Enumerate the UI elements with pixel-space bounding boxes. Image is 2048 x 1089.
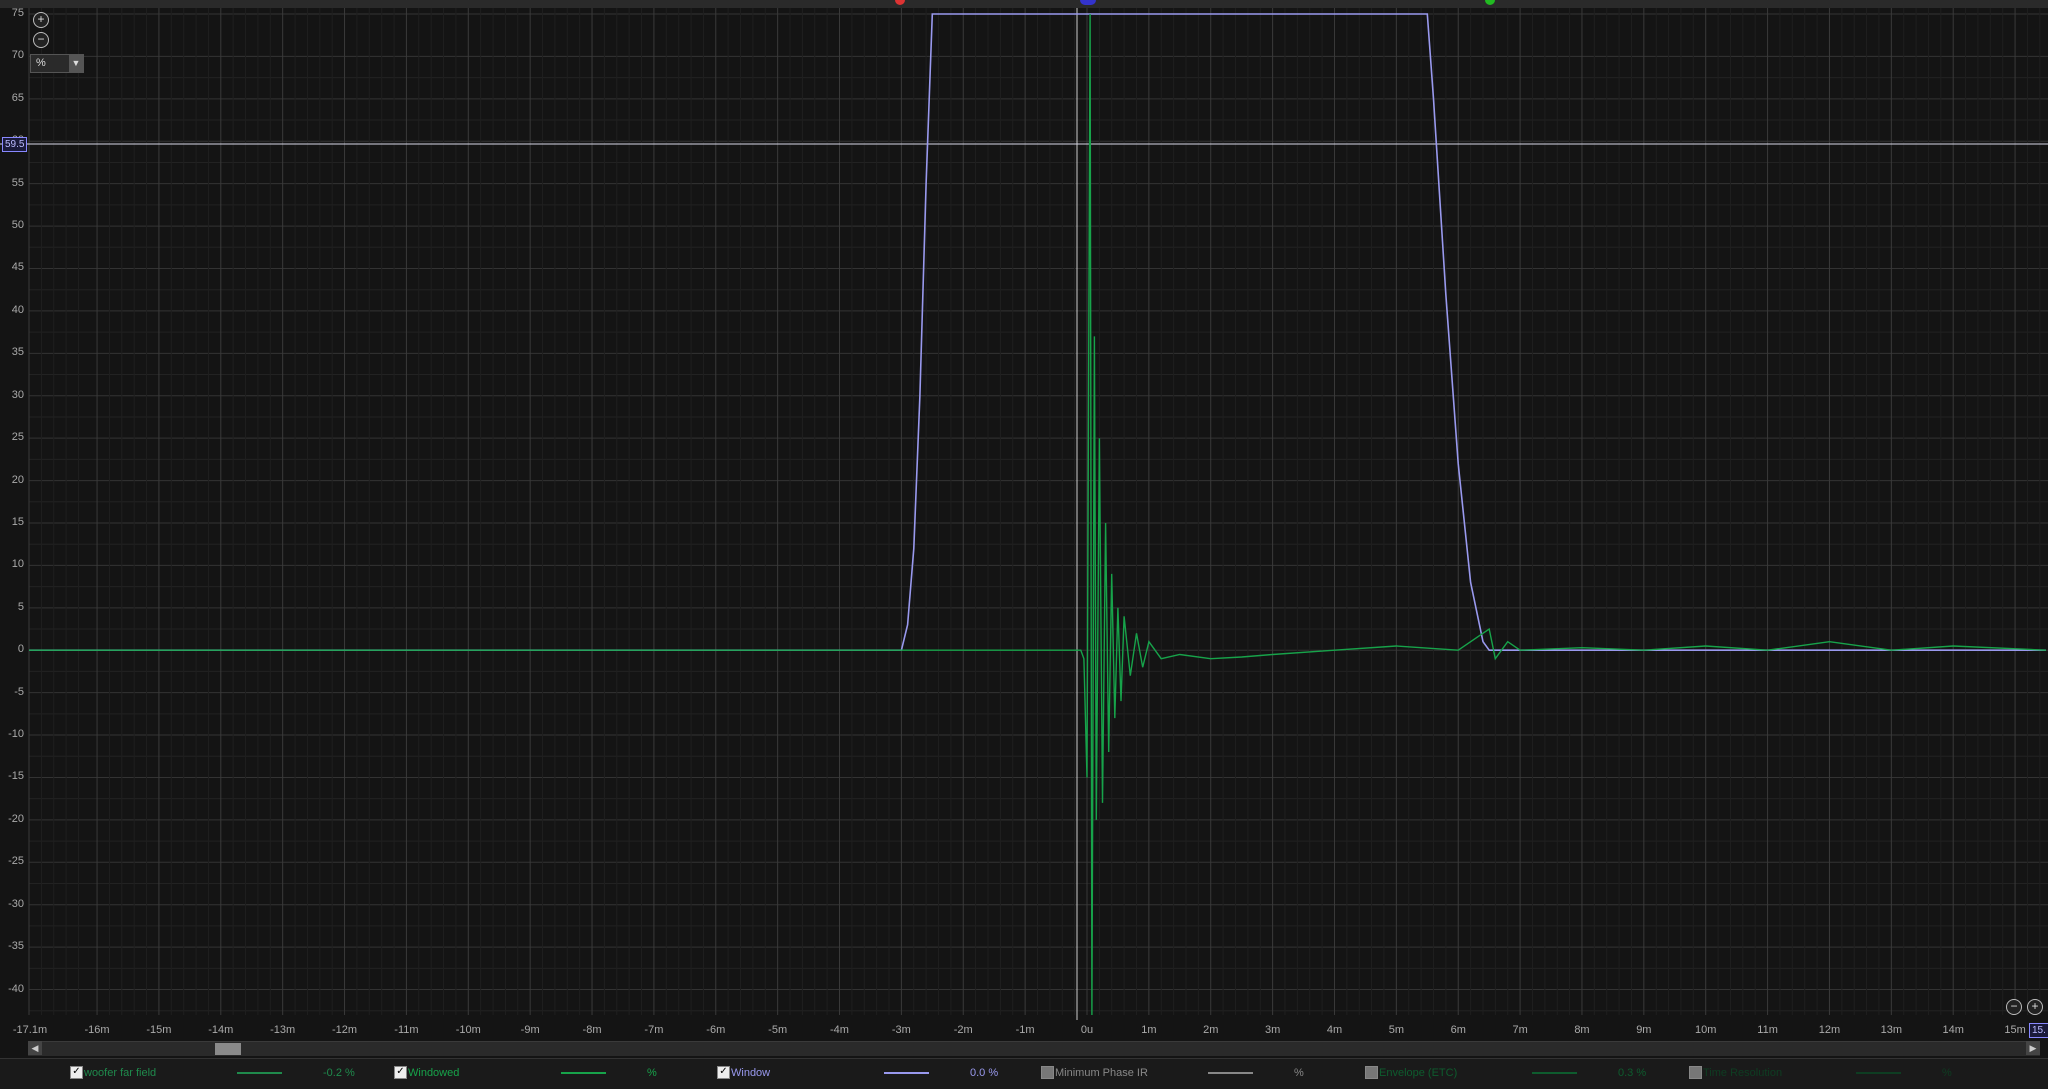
scroll-right-icon[interactable]: ▶ [2026,1041,2040,1055]
x-tick-label: 9m [1636,1024,1652,1036]
zoom-in-icon[interactable]: + [33,12,49,28]
x-tick-label: -9m [520,1024,540,1036]
x-tick-label: -16m [84,1024,110,1036]
y-cursor-readout: 59.5 [2,137,28,152]
x-tick-label: 15m [2004,1024,2026,1036]
y-tick-label: 30 [11,388,24,401]
legend-checkbox[interactable] [1689,1066,1702,1079]
x-tick-label: -7m [644,1024,664,1036]
legend-label: Envelope (ETC) [1379,1067,1458,1079]
legend-swatch [561,1072,606,1074]
x-tick-label: -10m [455,1024,481,1036]
x-tick-label: -5m [768,1024,788,1036]
y-tick-label: 15 [11,515,24,528]
legend-checkbox[interactable]: ✓ [394,1066,407,1079]
legend-checkbox[interactable] [1041,1066,1054,1079]
legend-label: woofer far field [84,1067,157,1079]
x-tick-label: 4m [1326,1024,1343,1036]
legend-checkbox[interactable]: ✓ [70,1066,83,1079]
unit-select-value: % [36,57,46,69]
x-tick-label: -2m [953,1024,973,1036]
x-tick-label: 11m [1757,1024,1778,1036]
y-tick-label: 35 [11,346,24,359]
x-tick-label: 2m [1203,1024,1219,1036]
y-tick-label: -10 [8,728,24,741]
y-tick-label: 25 [11,431,24,444]
x-tick-label: -1m [1015,1024,1035,1036]
legend-label: Windowed [408,1067,460,1079]
x-tick-label: -6m [706,1024,726,1036]
x-tick-label: 13m [1880,1024,1903,1036]
x-tick-label: -13m [270,1024,296,1036]
legend-bar: ✓ woofer far field -0.2 % ✓ Windowed% ✓ Window… [0,1058,2048,1089]
x-tick-label: -11m [394,1024,419,1036]
legend-swatch [1532,1072,1577,1074]
x-tick-label: -17.1m [12,1024,48,1036]
legend-value: -0.2 % [323,1067,355,1079]
legend-value: % [1942,1067,1952,1079]
legend-swatch [237,1072,282,1074]
y-tick-label: -15 [8,770,24,783]
legend-value: 0.3 % [1618,1067,1647,1079]
zoom-out-x-icon[interactable]: − [2006,999,2022,1015]
x-tick-label: -14m [208,1024,234,1036]
peak-marker[interactable] [1080,0,1096,5]
y-tick-label: 40 [11,303,24,316]
x-tick-label: 14m [1942,1024,1964,1036]
legend-swatch [1208,1072,1253,1074]
y-tick-label: -40 [8,982,24,995]
x-tick-label: -12m [332,1024,358,1036]
x-tick-label: -8m [582,1024,602,1036]
x-tick-label: 8m [1574,1024,1590,1036]
x-end-readout: 15. [2029,1023,2048,1038]
x-tick-label: 12m [1818,1024,1841,1036]
y-tick-label: 45 [11,261,24,274]
x-tick-label: -15m [146,1024,172,1036]
legend-label: Time Resolution [1703,1067,1783,1079]
legend-value: 0.0 % [970,1067,999,1079]
horizontal-scrollbar[interactable] [28,1041,2040,1056]
y-tick-label: -25 [8,855,24,868]
scroll-thumb[interactable] [215,1043,241,1055]
x-tick-label: -4m [830,1024,849,1036]
zoom-in-x-icon[interactable]: + [2027,999,2043,1015]
y-tick-label: 50 [11,219,24,232]
top-bar [0,0,2048,8]
y-tick-label: -5 [14,685,24,698]
x-tick-label: 5m [1388,1024,1404,1036]
legend-swatch [884,1072,929,1074]
y-tick-label: 55 [11,176,24,189]
x-tick-label: -3m [891,1024,911,1036]
y-tick-label: 70 [11,49,24,62]
x-tick-label: 10m [1695,1024,1717,1036]
y-tick-label: 20 [11,473,24,486]
x-tick-label: 6m [1450,1024,1466,1036]
zoom-out-icon[interactable]: − [33,32,49,48]
x-tick-label: 7m [1512,1024,1528,1036]
y-tick-label: 10 [11,558,24,571]
legend-label: Window [731,1067,771,1079]
legend-value: % [647,1067,657,1079]
y-tick-label: -30 [8,897,24,910]
y-tick-label: 0 [17,643,24,656]
impulse-plot[interactable] [0,0,2048,1020]
x-tick-label: 3m [1264,1024,1281,1036]
legend-value: % [1294,1067,1304,1079]
chevron-down-icon[interactable]: ▼ [69,55,83,72]
y-tick-label: 65 [11,91,24,104]
y-tick-label: 75 [11,7,24,19]
legend-label: Minimum Phase IR [1055,1067,1148,1079]
unit-select[interactable]: % ▼ [30,54,84,73]
legend-checkbox[interactable]: ✓ [717,1066,730,1079]
x-tick-label: 0u [1080,1024,1094,1036]
legend-checkbox[interactable] [1365,1066,1378,1079]
y-tick-label: -35 [8,940,24,953]
scroll-left-icon[interactable]: ◀ [28,1041,42,1055]
x-tick-label: 1m [1141,1024,1157,1036]
legend-swatch [1856,1072,1901,1074]
y-tick-label: 5 [17,600,24,613]
y-tick-label: -20 [8,812,24,825]
